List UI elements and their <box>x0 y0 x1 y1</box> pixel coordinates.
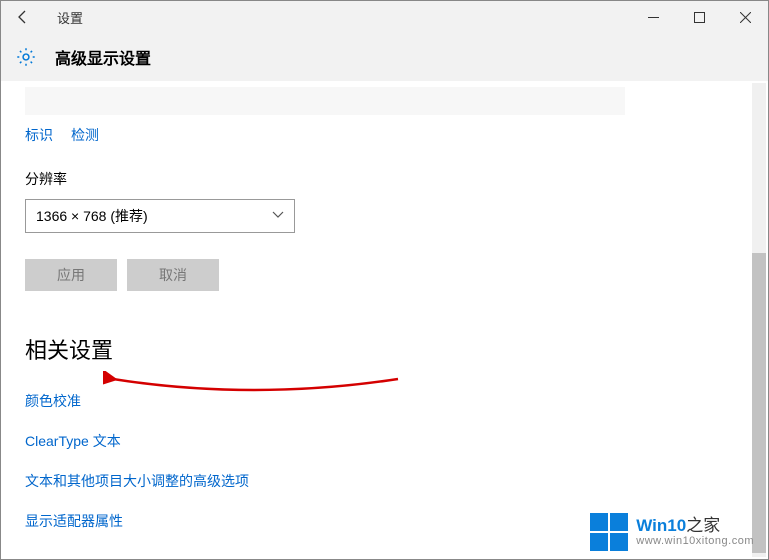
page-title: 高级显示设置 <box>55 45 151 69</box>
close-icon <box>740 12 751 23</box>
page-header: 高级显示设置 <box>1 33 768 81</box>
resolution-label: 分辨率 <box>25 169 744 189</box>
back-button[interactable] <box>1 1 45 33</box>
apply-button[interactable]: 应用 <box>25 259 117 291</box>
gear-icon <box>15 46 37 68</box>
watermark-brand-suffix: 之家 <box>686 516 720 535</box>
identify-link[interactable]: 标识 <box>25 125 53 145</box>
content: 标识 检测 分辨率 1366 × 768 (推荐) 应用 取消 相关设置 颜色校… <box>1 87 768 559</box>
maximize-button[interactable] <box>676 1 722 33</box>
related-settings-title: 相关设置 <box>25 333 744 365</box>
titlebar: 设置 <box>1 1 768 33</box>
display-action-links: 标识 检测 <box>25 125 744 145</box>
color-calibration-link[interactable]: 颜色校准 <box>25 391 744 411</box>
scrollbar-thumb[interactable] <box>752 253 766 553</box>
chevron-down-icon <box>272 210 284 222</box>
text-scaling-link[interactable]: 文本和其他项目大小调整的高级选项 <box>25 471 744 491</box>
cancel-button[interactable]: 取消 <box>127 259 219 291</box>
window-title: 设置 <box>45 8 83 27</box>
button-row: 应用 取消 <box>25 259 744 291</box>
resolution-dropdown[interactable]: 1366 × 768 (推荐) <box>25 199 295 233</box>
windows-logo-icon <box>590 513 628 551</box>
display-preview-box <box>25 87 625 115</box>
watermark-url: www.win10xitong.com <box>636 535 754 547</box>
resolution-value: 1366 × 768 (推荐) <box>36 206 148 226</box>
detect-link[interactable]: 检测 <box>71 125 99 145</box>
minimize-button[interactable] <box>630 1 676 33</box>
cleartype-link[interactable]: ClearType 文本 <box>25 431 744 451</box>
watermark: Win10之家 www.win10xitong.com <box>590 513 754 551</box>
arrow-left-icon <box>15 9 31 25</box>
minimize-icon <box>648 12 659 23</box>
scrollbar-track[interactable] <box>752 83 766 557</box>
close-button[interactable] <box>722 1 768 33</box>
watermark-brand: Win10之家 <box>636 517 754 536</box>
maximize-icon <box>694 12 705 23</box>
watermark-text: Win10之家 www.win10xitong.com <box>636 517 754 548</box>
watermark-brand-prefix: Win10 <box>636 516 686 535</box>
content-wrap: 标识 检测 分辨率 1366 × 768 (推荐) 应用 取消 相关设置 颜色校… <box>1 81 768 559</box>
